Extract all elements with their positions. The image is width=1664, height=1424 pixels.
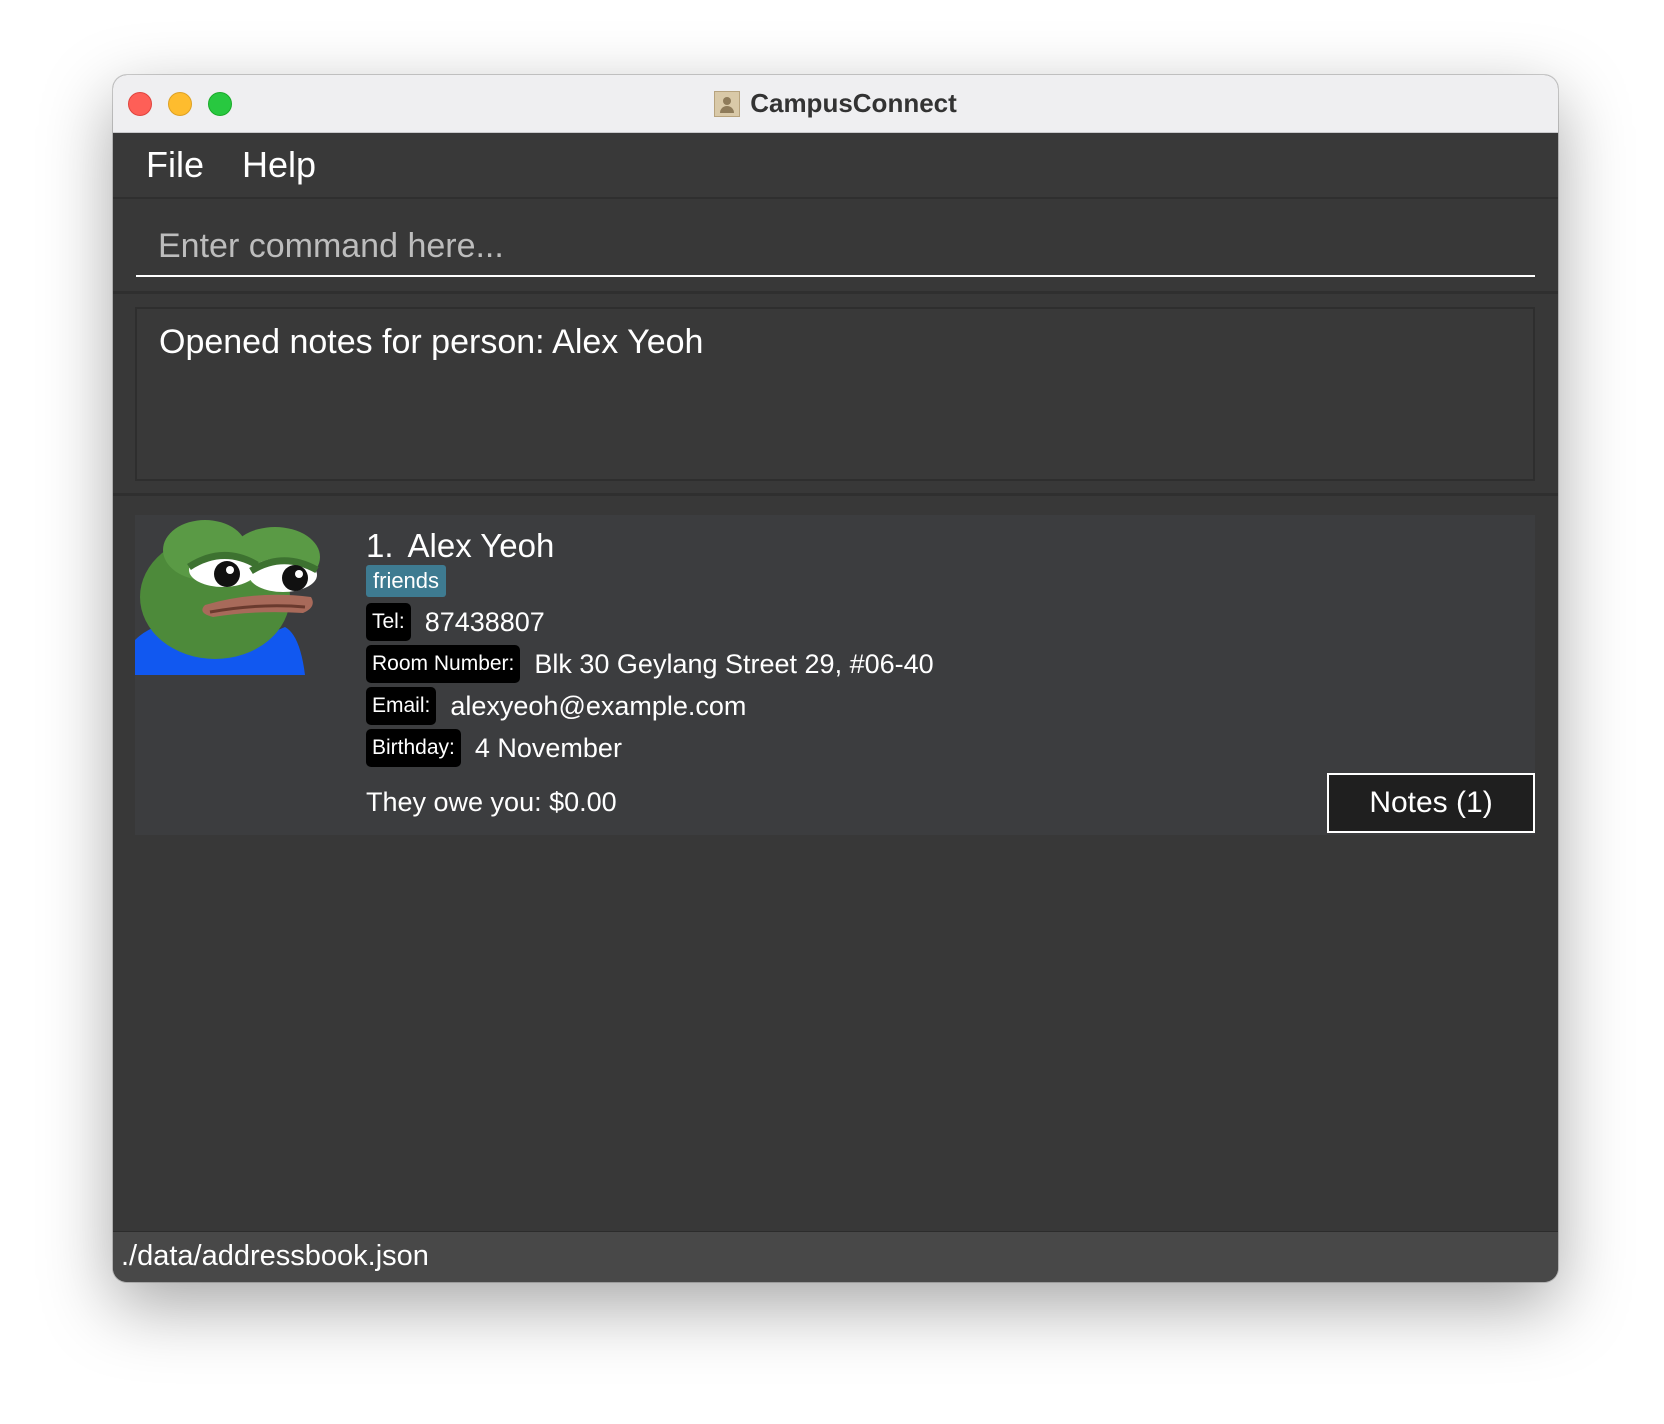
- phone-label: Tel:: [366, 603, 411, 641]
- email-label: Email:: [366, 687, 437, 725]
- result-display: Opened notes for person: Alex Yeoh: [135, 307, 1535, 481]
- birthday-value: 4 November: [474, 732, 622, 763]
- person-index: 1.: [366, 527, 394, 564]
- debt-status: They owe you: $0.00: [366, 787, 617, 817]
- phone-value: 87438807: [424, 606, 545, 637]
- command-box: [113, 199, 1558, 294]
- result-message: Opened notes for person: Alex Yeoh: [159, 323, 704, 361]
- contacts-app-icon: [714, 90, 741, 117]
- menu-bar: File Help: [113, 133, 1558, 199]
- birthday-row: Birthday: 4 November: [366, 728, 622, 768]
- status-bar: ./data/addressbook.json: [113, 1231, 1558, 1282]
- menu-help[interactable]: Help: [242, 144, 316, 186]
- person-name-line: 1. Alex Yeoh: [366, 527, 554, 565]
- window-title: CampusConnect: [750, 88, 957, 118]
- email-value: alexyeoh@example.com: [450, 690, 747, 721]
- birthday-label: Birthday:: [366, 729, 461, 767]
- room-number-value: Blk 30 Geylang Street 29, #06-40: [534, 648, 934, 679]
- room-number-row: Room Number: Blk 30 Geylang Street 29, #…: [366, 644, 934, 684]
- app-window: CampusConnect File Help Opened notes for…: [113, 75, 1558, 1282]
- notes-button[interactable]: Notes (1): [1327, 773, 1535, 833]
- person-card[interactable]: 1. Alex Yeoh friends Tel: 87438807 Room N…: [135, 515, 1535, 835]
- person-name: Alex Yeoh: [407, 527, 555, 564]
- window-title-group: CampusConnect: [113, 75, 1558, 132]
- title-bar: CampusConnect: [113, 75, 1558, 133]
- frog-avatar-icon: [135, 520, 320, 675]
- menu-file[interactable]: File: [146, 144, 204, 186]
- data-file-path: ./data/addressbook.json: [121, 1240, 429, 1272]
- command-input[interactable]: [136, 217, 1535, 277]
- room-number-label: Room Number:: [366, 645, 521, 683]
- tag-badge: friends: [366, 565, 447, 597]
- person-list[interactable]: 1. Alex Yeoh friends Tel: 87438807 Room N…: [113, 496, 1558, 1232]
- email-row: Email: alexyeoh@example.com: [366, 686, 746, 726]
- phone-row: Tel: 87438807: [366, 602, 545, 642]
